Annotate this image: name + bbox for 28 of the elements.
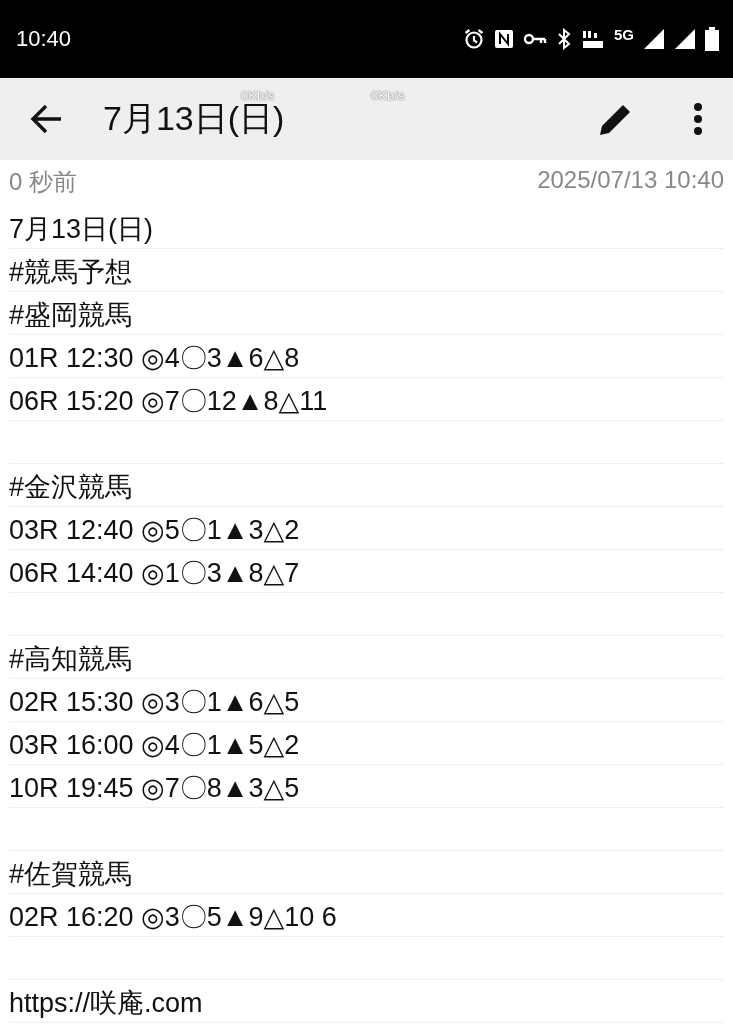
note-line: 7月13日(日) (9, 213, 154, 246)
note-line: 03R 12:40 ◎5〇1▲3△2 (9, 514, 300, 547)
note-line: #競馬予想 (9, 256, 133, 289)
note-line: #高知競馬 (9, 643, 133, 676)
relative-time: 0 秒前 (9, 167, 77, 197)
nfc-icon (494, 29, 514, 49)
net-speed: 0Kb/s (371, 88, 405, 103)
bluetooth-icon (556, 28, 572, 50)
note-line: https://咲庵.com (9, 987, 203, 1020)
signal-icon (643, 28, 665, 50)
alarm-icon (463, 28, 485, 50)
note-line: 10R 19:45 ◎7〇8▲3△5 (9, 772, 300, 805)
signal-icon (674, 28, 696, 50)
note-line: #盛岡競馬 (9, 299, 133, 332)
note-line: 02R 16:20 ◎3〇5▲9△10 6 (9, 901, 337, 934)
key-icon (523, 32, 547, 46)
note-line: 06R 14:40 ◎1〇3▲8△7 (9, 557, 300, 590)
battery-icon (705, 27, 719, 51)
note-line: #金沢競馬 (9, 471, 133, 504)
note-line: 02R 15:30 ◎3〇1▲6△5 (9, 686, 300, 719)
note-line: #佐賀競馬 (9, 858, 133, 891)
note-line: 03R 16:00 ◎4〇1▲5△2 (9, 729, 300, 762)
timestamp: 2025/07/13 10:40 (537, 166, 724, 195)
status-time: 10:40 (16, 26, 72, 52)
note-line: 06R 15:20 ◎7〇12▲8△11 (9, 385, 328, 418)
more-icon[interactable] (693, 102, 703, 136)
note-line: 01R 12:30 ◎4〇3▲6△8 (9, 342, 300, 375)
network-label: 5G (614, 25, 634, 43)
